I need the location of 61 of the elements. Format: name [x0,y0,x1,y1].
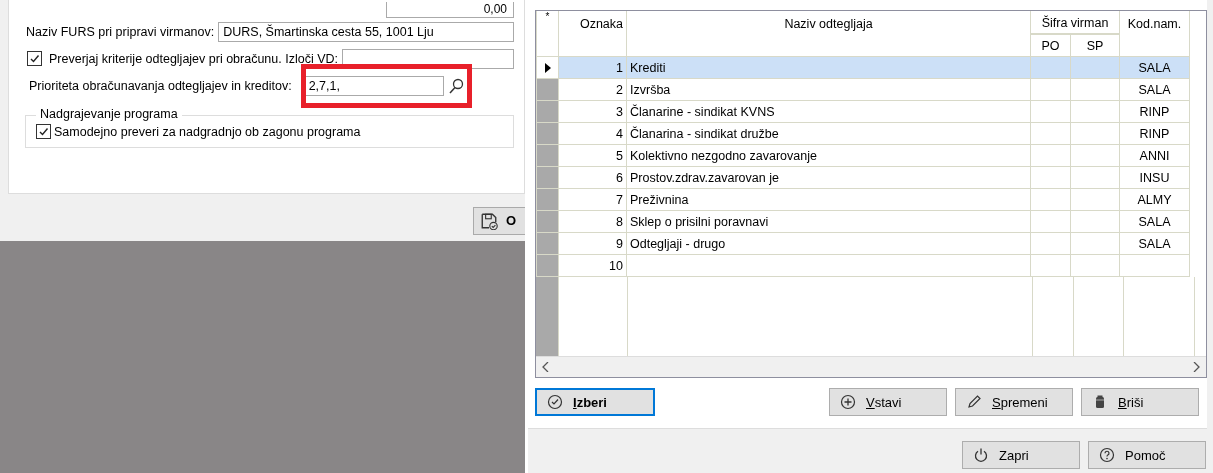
save-button[interactable]: O [473,206,525,235]
table-cell: INSU [1119,166,1190,189]
column-header[interactable]: Šifra virman [1030,11,1120,34]
horizontal-scrollbar[interactable] [536,356,1206,377]
action-button[interactable]: Vstavi [829,388,947,416]
table-cell: ALMY [1119,188,1190,211]
table-cell: Članarina - sindikat družbe [626,122,1031,145]
help-icon [1099,447,1115,463]
table-cell: Prostov.zdrav.zavarovan je [626,166,1031,189]
table-cell: 8 [558,210,627,233]
table-cell: Odtegljaji - drugo [626,232,1031,255]
column-header[interactable]: PO [1030,34,1071,57]
table-cell: Krediti [626,56,1031,79]
table-cell: 9 [558,232,627,255]
field-label: Naziv FURS pri pripravi virmanov: [26,24,215,39]
table-cell: RINP [1119,122,1190,145]
save-icon [480,211,498,230]
table-cell: SALA [1119,232,1190,255]
pencil-icon [966,394,982,410]
action-button[interactable]: Briši [1081,388,1199,416]
row-header[interactable] [536,56,559,79]
table-cell: Članarine - sindikat KVNS [626,100,1031,123]
row-pointer-icon [544,62,551,73]
action-button[interactable]: Izberi [535,388,655,416]
checkbox[interactable] [36,124,51,139]
table-cell: RINP [1119,100,1190,123]
action-button[interactable]: Pomoč [1088,441,1206,469]
table-cell: SALA [1119,210,1190,233]
table-cell: Izvršba [626,78,1031,101]
field-label: Preverjaj kriterije odtegljajev pri obračunu. Izloči VD: [49,51,338,66]
table-cell: SALA [1119,78,1190,101]
column-header[interactable]: Kod.nam. [1119,11,1190,57]
table-cell: 5 [558,144,627,167]
table-cell: Sklep o prisilni poravnavi [626,210,1031,233]
action-button[interactable]: Zapri [962,441,1080,469]
column-header[interactable]: Naziv odtegljaja [626,11,1031,57]
input-field[interactable]: 2,7,1, [303,75,444,96]
check-icon [29,53,40,64]
input-field[interactable]: DURS, Šmartinska cesta 55, 1001 Lju [218,21,514,42]
column-header[interactable]: * [536,11,559,57]
column-header[interactable]: Oznaka [558,11,627,57]
checkbox[interactable] [27,51,42,66]
plus-circle-icon [840,394,856,410]
field-label: Prioriteta obračunavanja odtegljajev in kreditov: [29,78,292,93]
number-field[interactable]: 0,00 [386,2,514,18]
check-circle-icon [547,394,563,410]
table-cell: 4 [558,122,627,145]
table-cell: 3 [558,100,627,123]
search-icon[interactable] [447,77,464,94]
table-cell: ANNI [1119,144,1190,167]
checkbox-label: Samodejno preveri za nadgradnjo ob zagonu programa [54,124,361,139]
check-icon [38,126,49,137]
table-cell: Preživnina [626,188,1031,211]
power-icon [973,447,989,463]
action-button[interactable]: Spremeni [955,388,1073,416]
table-cell: 7 [558,188,627,211]
table-cell: Kolektivno nezgodno zavarovanje [626,144,1031,167]
table-cell: 2 [558,78,627,101]
group-title: Nadgrajevanje programa [36,107,182,121]
table-cell: 10 [558,254,627,277]
table-cell: 6 [558,166,627,189]
